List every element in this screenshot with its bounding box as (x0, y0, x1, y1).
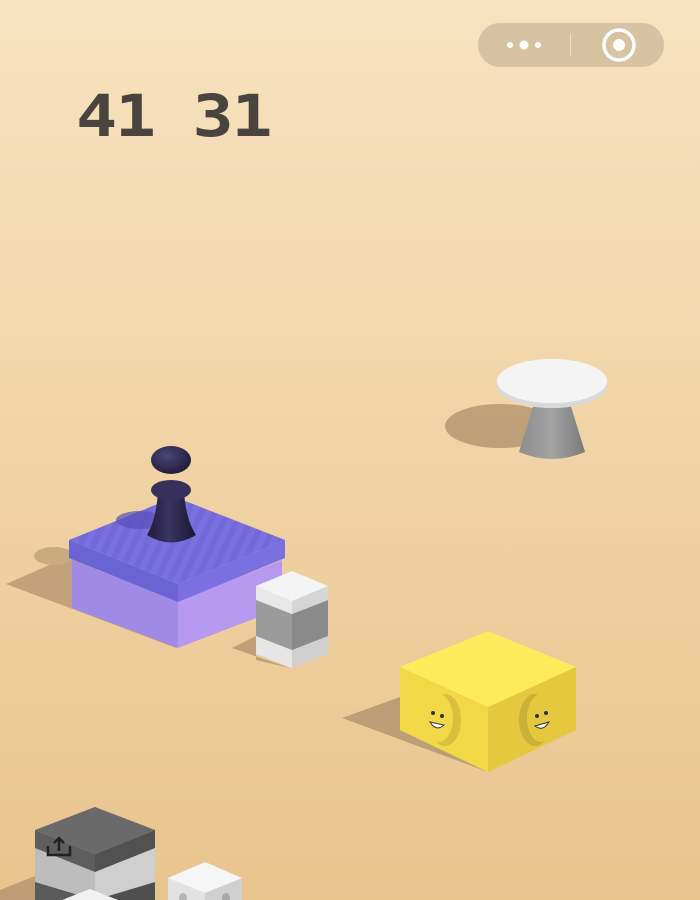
purple-small-shadow (34, 547, 74, 565)
chess-pawn-player[interactable] (147, 446, 196, 543)
menu-capsule (478, 23, 664, 67)
pawn-collar (151, 480, 191, 500)
close-button[interactable] (571, 23, 664, 67)
more-button[interactable] (478, 23, 570, 67)
target-circle-icon (602, 28, 636, 62)
stool-seat-top (497, 359, 607, 403)
score-display: 41 31 (76, 82, 273, 150)
share-icon[interactable] (44, 832, 74, 858)
pawn-head (151, 446, 191, 474)
more-dots-icon (507, 40, 541, 50)
